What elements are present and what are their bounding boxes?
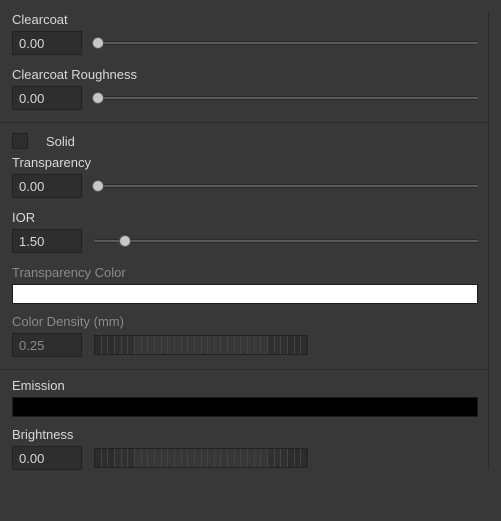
ior-label: IOR bbox=[12, 210, 478, 225]
brightness-input[interactable] bbox=[12, 446, 82, 470]
clearcoat-roughness-input[interactable] bbox=[12, 86, 82, 110]
clearcoat-roughness-slider[interactable] bbox=[94, 91, 478, 105]
section-divider bbox=[0, 369, 490, 370]
material-properties-panel: Clearcoat Clearcoat Roughness Solid Tran… bbox=[0, 0, 501, 482]
ior-slider-thumb[interactable] bbox=[119, 235, 131, 247]
clearcoat-slider[interactable] bbox=[94, 36, 478, 50]
emission-color-swatch[interactable] bbox=[12, 397, 478, 417]
clearcoat-roughness-label: Clearcoat Roughness bbox=[12, 67, 478, 82]
solid-checkbox[interactable] bbox=[12, 133, 28, 149]
solid-label: Solid bbox=[46, 134, 75, 149]
clearcoat-roughness-slider-thumb[interactable] bbox=[92, 92, 104, 104]
ior-input[interactable] bbox=[12, 229, 82, 253]
ior-slider[interactable] bbox=[94, 234, 478, 248]
clearcoat-slider-thumb[interactable] bbox=[92, 37, 104, 49]
clearcoat-label: Clearcoat bbox=[12, 12, 478, 27]
transparency-color-swatch[interactable] bbox=[12, 284, 478, 304]
transparency-input[interactable] bbox=[12, 174, 82, 198]
emission-label: Emission bbox=[12, 378, 478, 393]
color-density-input[interactable] bbox=[12, 333, 82, 357]
color-density-scrubber[interactable] bbox=[94, 335, 308, 355]
transparency-slider-thumb[interactable] bbox=[92, 180, 104, 192]
brightness-label: Brightness bbox=[12, 427, 478, 442]
clearcoat-input[interactable] bbox=[12, 31, 82, 55]
section-divider bbox=[0, 122, 490, 123]
transparency-label: Transparency bbox=[12, 155, 478, 170]
color-density-label: Color Density (mm) bbox=[12, 314, 478, 329]
transparency-color-label: Transparency Color bbox=[12, 265, 478, 280]
brightness-scrubber[interactable] bbox=[94, 448, 308, 468]
transparency-slider[interactable] bbox=[94, 179, 478, 193]
